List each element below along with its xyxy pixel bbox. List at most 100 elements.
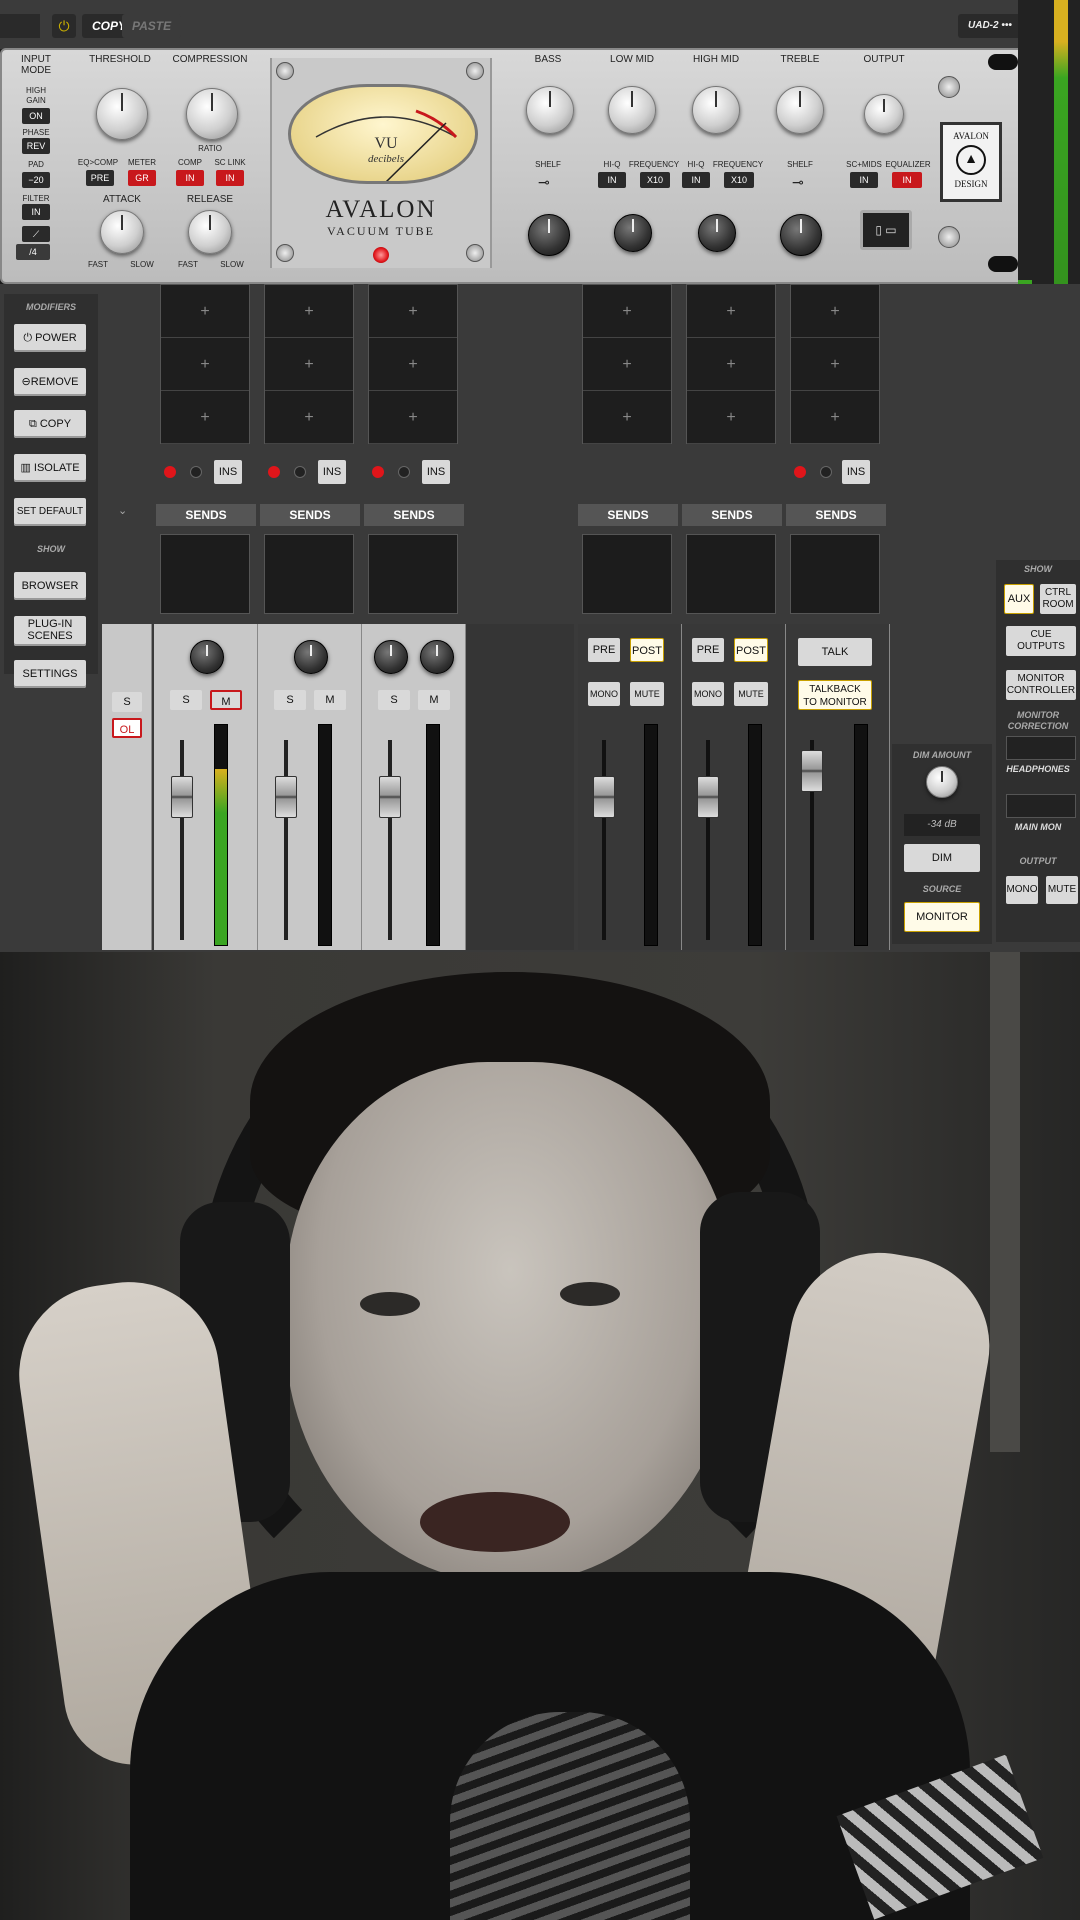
sends-box-3[interactable] — [368, 534, 458, 614]
bass-freq-knob[interactable] — [528, 214, 570, 256]
insert-slot-6[interactable]: + + + — [790, 284, 880, 444]
mute-output-button[interactable]: MUTE — [1046, 876, 1078, 904]
low-mid-hiq-button[interactable]: IN — [598, 172, 626, 188]
solo-button-0[interactable]: S — [112, 692, 142, 712]
rec-led[interactable] — [794, 466, 806, 478]
fader-3[interactable] — [379, 776, 401, 818]
high-mid-x10-button[interactable]: X10 — [724, 172, 754, 188]
talk-fader[interactable] — [801, 750, 823, 792]
sends-box-6[interactable] — [790, 534, 880, 614]
insert-slot-4[interactable]: + + + — [582, 284, 672, 444]
mono-button-1[interactable]: MONO — [588, 682, 620, 706]
remove-modifier-button[interactable]: ⊖REMOVE — [14, 368, 86, 396]
filter-button[interactable]: IN — [22, 204, 50, 220]
mon-led[interactable] — [190, 466, 202, 478]
pan-knob-2[interactable] — [294, 640, 328, 674]
pre-button-1[interactable]: PRE — [588, 638, 620, 662]
filter-slope-icon[interactable]: ⟋ — [22, 226, 50, 242]
pre-button-2[interactable]: PRE — [692, 638, 724, 662]
set-default-modifier-button[interactable]: SET DEFAULT — [14, 498, 86, 526]
treble-freq-knob[interactable] — [780, 214, 822, 256]
solo-button-3[interactable]: S — [378, 690, 410, 710]
pad-button[interactable]: −20 — [22, 172, 50, 188]
ol-button[interactable]: OL — [112, 718, 142, 738]
talkback-to-monitor-button[interactable]: TALKBACK TO MONITOR — [798, 680, 872, 710]
main-mon-preset[interactable] — [1006, 794, 1076, 818]
sc-link-in-button[interactable]: IN — [216, 170, 244, 186]
rec-led[interactable] — [164, 466, 176, 478]
mon-led[interactable] — [820, 466, 832, 478]
compression-knob[interactable] — [186, 88, 238, 140]
sends-box-4[interactable] — [582, 534, 672, 614]
insert-slot-1[interactable]: + + + — [160, 284, 250, 444]
comp-in-button[interactable]: IN — [176, 170, 204, 186]
mute-aux-button-1[interactable]: MUTE — [630, 682, 664, 706]
low-mid-knob[interactable] — [608, 86, 656, 134]
attack-knob[interactable] — [100, 210, 144, 254]
low-mid-x10-button[interactable]: X10 — [640, 172, 670, 188]
post-button-2[interactable]: POST — [734, 638, 768, 662]
sends-chevron-icon[interactable]: ⌄ — [118, 504, 136, 517]
aux-fader-1[interactable] — [593, 776, 615, 818]
pan-knob-1[interactable] — [190, 640, 224, 674]
threshold-knob[interactable] — [96, 88, 148, 140]
high-mid-knob[interactable] — [692, 86, 740, 134]
insert-slot-2[interactable]: + + + — [264, 284, 354, 444]
bass-knob[interactable] — [526, 86, 574, 134]
release-knob[interactable] — [188, 210, 232, 254]
insert-slot-3[interactable]: + + + — [368, 284, 458, 444]
isolate-modifier-button[interactable]: ▥ ISOLATE — [14, 454, 86, 482]
output-knob[interactable] — [864, 94, 904, 134]
rec-led[interactable] — [268, 466, 280, 478]
high-gain-button[interactable]: ON — [22, 108, 50, 124]
browser-button[interactable]: BROWSER — [14, 572, 86, 600]
plugin-scenes-button[interactable]: PLUG-IN SCENES — [14, 616, 86, 646]
treble-knob[interactable] — [776, 86, 824, 134]
high-mid-hiq-button[interactable]: IN — [682, 172, 710, 188]
pan-knob-3a[interactable] — [374, 640, 408, 674]
aux-button[interactable]: AUX — [1004, 584, 1034, 614]
ins-button-1[interactable]: INS — [214, 460, 242, 484]
mute-button-3[interactable]: M — [418, 690, 450, 710]
solo-button-1[interactable]: S — [170, 690, 202, 710]
talk-button[interactable]: TALK — [798, 638, 872, 666]
mute-button-1[interactable]: M — [210, 690, 242, 710]
sends-box-2[interactable] — [264, 534, 354, 614]
headphones-preset[interactable] — [1006, 736, 1076, 760]
power-switch[interactable]: ▯ ▭ — [860, 210, 912, 250]
cue-outputs-button[interactable]: CUE OUTPUTS — [1006, 626, 1076, 656]
power-icon[interactable]: ⏻ — [52, 14, 76, 38]
ins-button-3[interactable]: INS — [422, 460, 450, 484]
monitor-controller-button[interactable]: MONITOR CONTROLLER — [1006, 670, 1076, 700]
sends-box-1[interactable] — [160, 534, 250, 614]
aux-fader-2[interactable] — [697, 776, 719, 818]
phase-button[interactable]: REV — [22, 138, 50, 154]
gr-button[interactable]: GR — [128, 170, 156, 186]
copy-modifier-button[interactable]: ⧉ COPY — [14, 410, 86, 438]
ins-button-4[interactable]: INS — [842, 460, 870, 484]
pan-knob-3b[interactable] — [420, 640, 454, 674]
rec-led[interactable] — [372, 466, 384, 478]
fader-1[interactable] — [171, 776, 193, 818]
fader-2[interactable] — [275, 776, 297, 818]
sends-box-5[interactable] — [686, 534, 776, 614]
mon-led[interactable] — [398, 466, 410, 478]
equalizer-in-button[interactable]: IN — [892, 172, 922, 188]
settings-button[interactable]: SETTINGS — [14, 660, 86, 688]
ctrl-room-button[interactable]: CTRL ROOM — [1040, 584, 1076, 614]
monitor-source-button[interactable]: MONITOR — [904, 902, 980, 932]
paste-button[interactable]: PASTE — [122, 14, 182, 38]
dim-button[interactable]: DIM — [904, 844, 980, 872]
high-mid-freq-knob[interactable] — [698, 214, 736, 252]
insert-slot-5[interactable]: + + + — [686, 284, 776, 444]
power-modifier-button[interactable]: ⏻ POWER — [14, 324, 86, 352]
solo-button-2[interactable]: S — [274, 690, 306, 710]
dim-amount-knob[interactable] — [926, 766, 958, 798]
low-mid-freq-knob[interactable] — [614, 214, 652, 252]
post-button-1[interactable]: POST — [630, 638, 664, 662]
filter-freq-button[interactable]: /4 — [16, 244, 50, 260]
ins-button-2[interactable]: INS — [318, 460, 346, 484]
pre-button[interactable]: PRE — [86, 170, 114, 186]
mono-output-button[interactable]: MONO — [1006, 876, 1038, 904]
mon-led[interactable] — [294, 466, 306, 478]
